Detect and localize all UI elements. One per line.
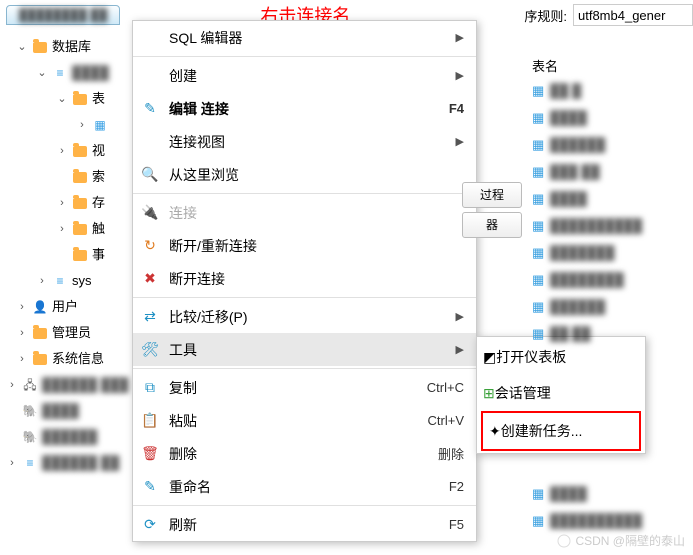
side-buttons: 过程 器 [462,178,522,242]
user-icon: 👤 [32,299,48,315]
table-row[interactable]: ▦██████ [462,131,692,158]
expand-icon[interactable]: › [16,294,28,320]
dashboard-icon: ◩ [483,349,496,366]
menu-edit-connection[interactable]: ✎编辑 连接F4 [133,92,476,125]
expand-icon[interactable]: › [6,450,18,476]
table-row[interactable]: ▦██████████ [532,507,642,534]
expand-icon[interactable]: › [56,216,68,242]
collapse-icon[interactable]: ⌄ [16,34,28,60]
compare-icon: ⇄ [139,308,161,325]
csdn-icon [557,534,571,548]
copy-icon: ⧉ [139,379,161,396]
menu-copy[interactable]: ⧉复制Ctrl+C [133,371,476,404]
context-menu: SQL 编辑器▶ 创建▶ ✎编辑 连接F4 连接视图▶ 🔍从这里浏览 🔌连接 ↻… [132,20,477,542]
expand-icon[interactable]: › [16,320,28,346]
expand-icon[interactable]: › [76,112,88,138]
submenu-new-task[interactable]: ✦创建新任务... [483,413,639,449]
table-row[interactable]: ▦██████ [462,293,692,320]
task-icon: ✦ [489,423,501,440]
menu-reconnect[interactable]: ↻断开/重新连接 [133,229,476,262]
tools-icon: 🛠 [139,341,161,358]
table-row[interactable]: ▦██ ██ [462,320,692,347]
collation-label: 序规则: [524,6,567,25]
expand-icon[interactable]: › [56,138,68,164]
server-icon: ≡ [22,455,38,471]
delete-icon: 🗑 [139,445,161,462]
table-icon: ▦ [532,326,550,342]
highlight-annotation: ✦创建新任务... [481,411,641,451]
table-row[interactable]: ▦███████ [462,239,692,266]
menu-create[interactable]: 创建▶ [133,59,476,92]
table-icon: ▦ [532,191,550,207]
lower-list: ▦████ ▦██████████ [532,480,642,534]
menu-tools[interactable]: 🛠工具▶ [133,333,476,366]
expand-icon[interactable]: › [6,372,18,398]
expand-icon[interactable]: › [16,346,28,372]
menu-delete[interactable]: 🗑删除删除 [133,437,476,470]
menu-rename[interactable]: ✎重命名F2 [133,470,476,503]
collapse-icon[interactable]: ⌄ [56,86,68,112]
top-right-controls: 序规则: [524,4,693,26]
database-icon: ≡ [52,65,68,81]
table-name-header: 表名 [462,50,692,77]
rename-icon: ✎ [139,478,161,495]
table-icon: ▦ [92,117,108,133]
database-icon: ≡ [52,273,68,289]
table-row[interactable]: ▦██ █ [462,77,692,104]
table-row[interactable]: ▦████████ [462,266,692,293]
table-row[interactable]: ▦████ [462,104,692,131]
menu-disconnect[interactable]: ✖断开连接 [133,262,476,295]
reconnect-icon: ↻ [139,237,161,254]
table-icon: ▦ [532,137,550,153]
session-icon: ⊞ [483,385,495,402]
table-icon: ▦ [532,272,550,288]
collapse-icon[interactable]: ⌄ [36,60,48,86]
table-icon: ▦ [532,245,550,261]
browse-icon: 🔍 [139,166,161,183]
paste-icon: 📋 [139,412,161,429]
table-icon: ▦ [532,83,550,99]
server-icon: 🐘 [22,429,38,445]
table-icon: ▦ [532,486,550,502]
menu-browse[interactable]: 🔍从这里浏览 [133,158,476,191]
trigger-button[interactable]: 器 [462,212,522,238]
server-icon: 🐘 [22,403,38,419]
chevron-right-icon: ▶ [456,31,464,44]
plug-icon: 🔌 [139,204,161,221]
menu-connect: 🔌连接 [133,196,476,229]
submenu-session[interactable]: ⊞会话管理 [477,375,645,411]
table-icon: ▦ [532,513,550,529]
menu-refresh[interactable]: ⟳刷新F5 [133,508,476,541]
refresh-icon: ⟳ [139,516,161,533]
table-icon: ▦ [532,218,550,234]
server-icon: 🖧 [22,377,38,393]
watermark: CSDN @隔壁的泰山 [557,532,685,549]
collation-input[interactable] [573,4,693,26]
expand-icon[interactable]: › [56,190,68,216]
menu-compare[interactable]: ⇄比较/迁移(P)▶ [133,300,476,333]
proc-button[interactable]: 过程 [462,182,522,208]
table-icon: ▦ [532,110,550,126]
expand-icon[interactable]: › [36,268,48,294]
table-icon: ▦ [532,299,550,315]
table-icon: ▦ [532,164,550,180]
tools-submenu: ◩打开仪表板 ⊞会话管理 ✦创建新任务... [476,336,646,454]
menu-connection-view[interactable]: 连接视图▶ [133,125,476,158]
table-row[interactable]: ▦████ [532,480,642,507]
menu-paste[interactable]: 📋粘贴Ctrl+V [133,404,476,437]
disconnect-icon: ✖ [139,270,161,287]
menu-sql-editor[interactable]: SQL 编辑器▶ [133,21,476,54]
connection-tab[interactable]: ████████ ██ [6,5,120,25]
edit-icon: ✎ [139,100,161,117]
